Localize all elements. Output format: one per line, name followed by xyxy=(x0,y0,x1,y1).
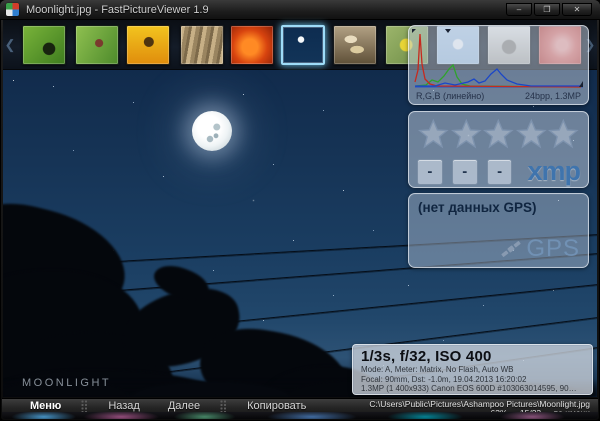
photo-watermark: MOONLIGHT xyxy=(22,377,111,389)
titlebar: Moonlight.jpg - FastPictureViewer 1.9 – … xyxy=(0,0,600,20)
gps-panel: (нет данных GPS) GPS xyxy=(408,193,589,268)
histogram-mode-label: R,G,B (линейно) xyxy=(416,91,484,101)
exif-line-focal: Focal: 90mm, Dst: -1.0m, 19.04.2013 16:2… xyxy=(361,375,584,385)
back-button[interactable]: Назад xyxy=(94,400,154,412)
filmstrip-prev-arrow-icon[interactable]: ❮ xyxy=(3,26,17,64)
star-icon[interactable] xyxy=(547,117,580,151)
xmp-flag-button[interactable]: - xyxy=(452,159,478,185)
next-button[interactable]: Далее xyxy=(154,400,214,412)
exif-panel: 1/3s, f/32, ISO 400 Mode: A, Meter: Matr… xyxy=(352,344,593,395)
star-icon[interactable] xyxy=(515,117,548,151)
bottom-toolbar: Меню Назад Далее Копировать C:\Users\Pub… xyxy=(2,398,598,419)
maximize-button[interactable]: ❐ xyxy=(534,3,560,16)
menu-button[interactable]: Меню xyxy=(16,400,75,412)
exif-line-mode: Mode: A, Meter: Matrix, No Flash, Auto W… xyxy=(361,365,584,375)
histogram-size-label: 24bpp, 1.3MP xyxy=(525,91,581,101)
histogram-panel: R,G,B (линейно) 24bpp, 1.3MP xyxy=(408,25,589,105)
star-icon[interactable] xyxy=(482,117,515,151)
copy-button[interactable]: Копировать xyxy=(233,400,320,412)
stars xyxy=(13,80,14,81)
moon xyxy=(192,111,232,151)
minimize-button[interactable]: – xyxy=(506,3,532,16)
toolbar-grip-icon xyxy=(220,400,227,412)
rating-panel: - - - xmp xyxy=(408,111,589,188)
xmp-flag-button[interactable]: - xyxy=(417,159,443,185)
rgb-histogram-chart xyxy=(413,30,585,90)
window-title: Moonlight.jpg - FastPictureViewer 1.9 xyxy=(26,4,506,16)
thumbnail-wheat[interactable] xyxy=(180,25,224,65)
thumbnail-dragonfly[interactable] xyxy=(75,25,119,65)
xmp-logo: xmp xyxy=(527,156,580,187)
gps-logo: GPS xyxy=(526,235,580,263)
xmp-flag-button[interactable]: - xyxy=(487,159,513,185)
app-icon xyxy=(6,3,19,16)
thumbnail-mushrooms[interactable] xyxy=(333,25,377,65)
star-icon[interactable] xyxy=(417,117,450,151)
thumbnail-moon-selected[interactable] xyxy=(281,25,325,65)
toolbar-grip-icon xyxy=(81,400,88,412)
taskbar-reflection xyxy=(2,412,598,419)
exif-headline: 1/3s, f/32, ISO 400 xyxy=(361,348,584,365)
thumbnail-sunflower[interactable] xyxy=(126,25,170,65)
app-window: Moonlight.jpg - FastPictureViewer 1.9 – … xyxy=(0,0,600,421)
satellite-icon xyxy=(498,237,524,261)
thumbnail-orange-flower[interactable] xyxy=(230,25,274,65)
star-icon[interactable] xyxy=(450,117,483,151)
exif-line-camera: 1.3MP (1 400x933) Canon EOS 600D #103063… xyxy=(361,384,584,394)
thumbnail-fly[interactable] xyxy=(22,25,66,65)
close-button[interactable]: ✕ xyxy=(562,3,592,16)
gps-status-text: (нет данных GPS) xyxy=(418,200,579,215)
